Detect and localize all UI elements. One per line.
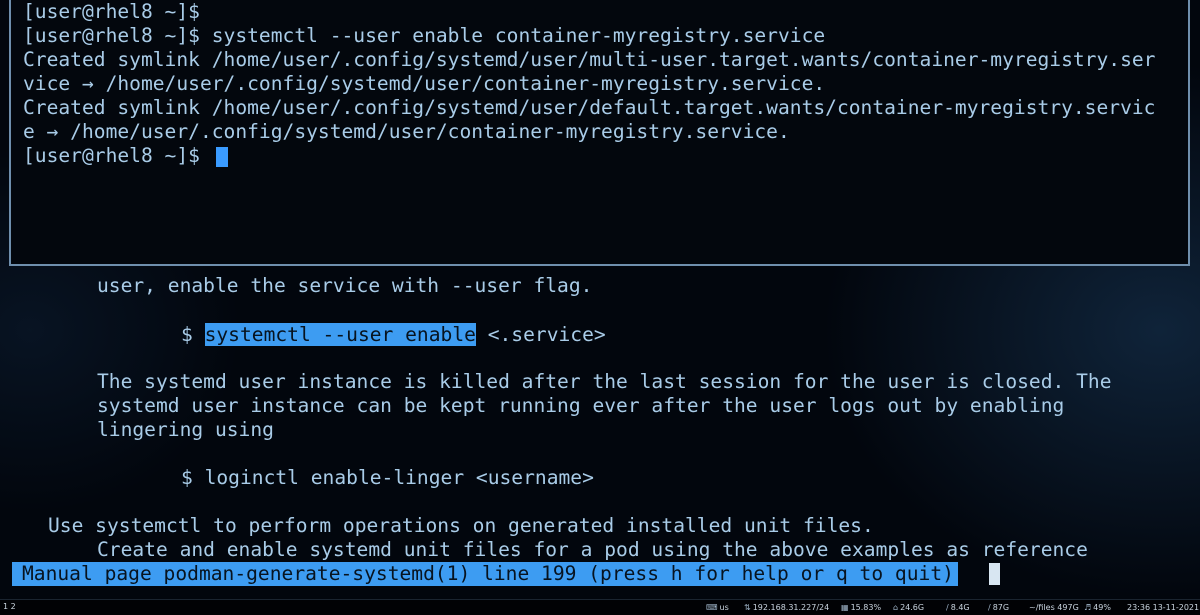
man-text-line: Create and enable systemd unit files for…: [97, 538, 1088, 561]
terminal-cursor: [216, 147, 228, 167]
terminal-line: e → /home/user/.config/systemd/user/cont…: [23, 120, 790, 143]
man-text-line: The systemd user instance is killed afte…: [97, 370, 1112, 393]
man-command-example: $ loginctl enable-linger <username>: [181, 466, 594, 489]
disk-files: ~/files 497G: [1029, 603, 1079, 612]
cpu-usage: ▦ 15.83%: [841, 603, 882, 612]
keyboard-layout[interactable]: ⌨ us: [706, 603, 729, 612]
man-command-arg: <.service>: [475, 323, 606, 346]
system-status-bar: 1 2 ⌨ us ⇅ 192.168.31.227/24 ▦ 15.83% ⌂ 24.6…: [0, 599, 1200, 615]
man-text-line: user, enable the service with --user fla…: [97, 274, 593, 297]
speaker-icon: ♬: [1084, 603, 1092, 612]
disk-usage-3: /87G: [988, 603, 1010, 612]
terminal-line: Created symlink /home/user/.config/syste…: [23, 48, 1156, 71]
terminal-line: Created symlink /home/user/.config/syste…: [23, 96, 1156, 119]
volume-level[interactable]: ♬ 49%: [1084, 603, 1111, 612]
man-page-terminal[interactable]: user, enable the service with --user fla…: [0, 268, 1200, 598]
network-status: ⇅ 192.168.31.227/24: [744, 603, 830, 612]
disk-usage-2: /8.4G: [946, 603, 970, 612]
cpu-icon: ▦: [841, 603, 849, 612]
folder-icon: /: [988, 603, 991, 612]
terminal-line: [user@rhel8 ~]$: [23, 0, 200, 23]
disk-root: ⌂ 24.6G: [893, 603, 925, 612]
folder-icon: /: [946, 603, 949, 612]
workspace-indicator[interactable]: 1 2: [3, 602, 16, 611]
man-command-example: $ systemctl --user enable <.service>: [181, 323, 606, 347]
home-icon: ⌂: [893, 603, 899, 612]
network-icon: ⇅: [744, 603, 751, 612]
terminal-line: [user@rhel8 ~]$ systemctl --user enable …: [23, 24, 826, 47]
terminal-window[interactable]: [user@rhel8 ~]$ [user@rhel8 ~]$ systemct…: [9, 0, 1190, 266]
terminal-prompt-line[interactable]: [user@rhel8 ~]$: [23, 144, 200, 168]
terminal-line: vice → /home/user/.config/systemd/user/c…: [23, 72, 826, 95]
clock: 23:36 13-11-2021: [1127, 603, 1200, 612]
pager-cursor: [989, 563, 1000, 585]
man-text-line: systemd user instance can be kept runnin…: [97, 394, 1065, 417]
man-command-prompt: $: [181, 323, 205, 346]
search-highlight: systemctl --user enable: [204, 323, 476, 346]
pager-status-line: Manual page podman-generate-systemd(1) l…: [12, 562, 958, 586]
man-text-line: Use systemctl to perform operations on g…: [48, 514, 874, 537]
keyboard-icon: ⌨: [706, 603, 718, 612]
man-text-line: lingering using: [97, 418, 274, 441]
